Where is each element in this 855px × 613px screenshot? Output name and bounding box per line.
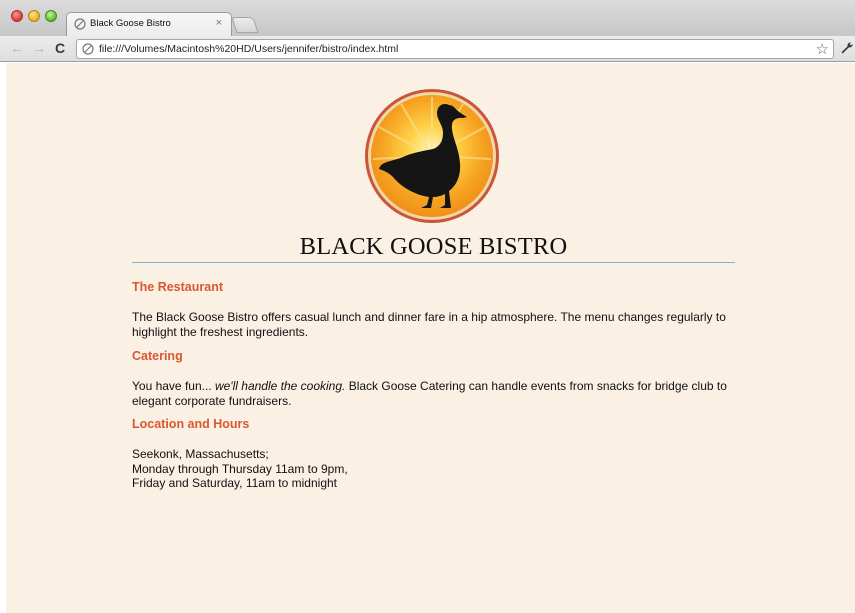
bookmark-star-icon[interactable]: ☆ [816,40,829,58]
page-title: BLACK GOOSE BISTRO [299,233,568,260]
reload-icon[interactable]: C [55,40,65,56]
address-line: Seekonk, Massachusetts; [132,447,269,461]
url-text[interactable]: file:///Volumes/Macintosh%20HD/Users/jen… [99,43,398,55]
hours-line: Monday through Thursday 11am to 9pm, [132,461,348,476]
window-minimize-button[interactable] [28,10,40,22]
wrench-icon[interactable] [840,41,854,55]
window-close-button[interactable] [11,10,23,22]
title-divider [132,262,735,263]
section-location-hours: Location and Hours Seekonk, Massachusett… [132,417,735,491]
body-text: You have fun... [132,379,215,393]
section-heading: Catering [132,349,183,363]
goose-logo-icon [365,89,499,223]
section-body: You have fun... we'll handle the cooking… [132,379,735,408]
tab-title: Black Goose Bistro [90,18,171,29]
page-viewport: BLACK GOOSE BISTRO The Restaurant The Bl… [6,63,855,613]
section-body: Seekonk, Massachusetts; Monday through T… [132,447,735,491]
back-icon[interactable]: ← [10,40,24,56]
new-tab-button[interactable] [231,17,259,33]
section-restaurant: The Restaurant The Black Goose Bistro of… [132,280,735,339]
tab-strip: Black Goose Bistro × [0,0,855,36]
address-bar[interactable]: file:///Volumes/Macintosh%20HD/Users/jen… [76,39,834,59]
tab-close-icon[interactable]: × [216,17,222,29]
section-heading: Location and Hours [132,417,250,431]
tab-black-goose-bistro[interactable]: Black Goose Bistro × [66,12,232,36]
section-catering: Catering You have fun... we'll handle th… [132,349,735,408]
section-heading: The Restaurant [132,280,223,294]
emphasis-text: we'll handle the cooking. [214,379,346,393]
hours-line: Friday and Saturday, 11am to midnight [132,476,337,490]
page-icon [74,18,86,30]
browser-toolbar: ← → C file:///Volumes/Macintosh%20HD/Use… [0,36,855,62]
page-icon [82,43,94,55]
section-body: The Black Goose Bistro offers casual lun… [132,310,726,339]
window-zoom-button[interactable] [45,10,57,22]
forward-icon[interactable]: → [32,40,46,56]
